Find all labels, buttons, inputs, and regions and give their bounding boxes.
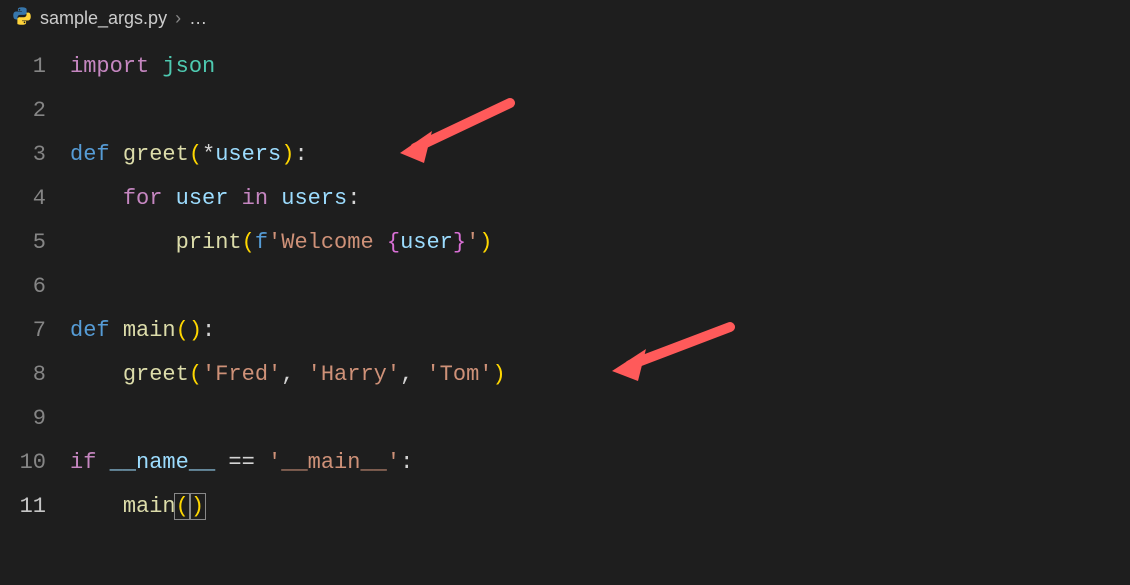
line-number[interactable]: 10 — [0, 441, 70, 485]
fstring-brace-close: } — [453, 230, 466, 255]
code-line[interactable]: for user in users: — [70, 177, 1130, 221]
f-prefix: f — [255, 230, 268, 255]
string-quote: ' — [466, 230, 479, 255]
module-name: json — [162, 54, 215, 79]
paren-open: ( — [189, 142, 202, 167]
paren-close: ) — [479, 230, 492, 255]
string-literal: Welcome — [281, 230, 387, 255]
space — [149, 54, 162, 79]
fstring-brace-open: { — [387, 230, 400, 255]
function-call: main — [123, 494, 176, 519]
colon: : — [294, 142, 307, 167]
breadcrumb[interactable]: sample_args.py › … — [0, 0, 1130, 37]
parameter: users — [215, 142, 281, 167]
function-name: main — [123, 318, 176, 343]
colon: : — [202, 318, 215, 343]
code-line[interactable] — [70, 265, 1130, 309]
comma: , — [400, 362, 426, 387]
string-literal: 'Harry' — [308, 362, 400, 387]
paren-close: ) — [493, 362, 506, 387]
keyword-for: for — [123, 186, 163, 211]
line-number[interactable]: 4 — [0, 177, 70, 221]
keyword-def: def — [70, 318, 110, 343]
paren-open: ( — [176, 318, 189, 343]
code-line[interactable] — [70, 397, 1130, 441]
builtin-print: print — [176, 230, 242, 255]
code-line[interactable]: if __name__ == '__main__': — [70, 441, 1130, 485]
keyword-def: def — [70, 142, 110, 167]
star-operator: * — [202, 142, 215, 167]
colon: : — [400, 450, 413, 475]
code-line[interactable]: greet('Fred', 'Harry', 'Tom') — [70, 353, 1130, 397]
keyword-in: in — [242, 186, 268, 211]
function-name: greet — [123, 142, 189, 167]
string-literal: 'Fred' — [202, 362, 281, 387]
code-line[interactable]: import json — [70, 45, 1130, 89]
string-literal: '__main__' — [268, 450, 400, 475]
code-line[interactable]: main() — [70, 485, 1130, 529]
code-line[interactable]: print(f'Welcome {user}') — [70, 221, 1130, 265]
paren-open: ( — [242, 230, 255, 255]
line-number[interactable]: 8 — [0, 353, 70, 397]
line-number-gutter: 1 2 3 4 5 6 7 8 9 10 11 — [0, 37, 70, 585]
breadcrumb-separator: › — [175, 8, 181, 29]
line-number[interactable]: 9 — [0, 397, 70, 441]
breadcrumb-ellipsis[interactable]: … — [189, 8, 207, 29]
variable: users — [281, 186, 347, 211]
keyword-import: import — [70, 54, 149, 79]
python-file-icon — [12, 6, 32, 31]
function-call: greet — [123, 362, 189, 387]
code-line[interactable]: def main(): — [70, 309, 1130, 353]
colon: : — [347, 186, 360, 211]
dunder-name: __name__ — [110, 450, 216, 475]
line-number[interactable]: 5 — [0, 221, 70, 265]
code-content[interactable]: import json def greet(*users): for user … — [70, 37, 1130, 585]
string-quote: ' — [268, 230, 281, 255]
line-number[interactable]: 2 — [0, 89, 70, 133]
code-line[interactable] — [70, 89, 1130, 133]
line-number[interactable]: 11 — [0, 485, 70, 529]
variable: user — [400, 230, 453, 255]
equals-operator: == — [215, 450, 268, 475]
paren-close: ) — [189, 318, 202, 343]
code-editor[interactable]: 1 2 3 4 5 6 7 8 9 10 11 import json def … — [0, 37, 1130, 585]
paren-close-matched: ) — [189, 493, 206, 520]
string-literal: 'Tom' — [426, 362, 492, 387]
code-line[interactable]: def greet(*users): — [70, 133, 1130, 177]
variable: user — [176, 186, 229, 211]
paren-close: ) — [281, 142, 294, 167]
breadcrumb-filename[interactable]: sample_args.py — [40, 8, 167, 29]
keyword-if: if — [70, 450, 96, 475]
line-number[interactable]: 1 — [0, 45, 70, 89]
paren-open: ( — [189, 362, 202, 387]
comma: , — [281, 362, 307, 387]
line-number[interactable]: 3 — [0, 133, 70, 177]
line-number[interactable]: 7 — [0, 309, 70, 353]
line-number[interactable]: 6 — [0, 265, 70, 309]
